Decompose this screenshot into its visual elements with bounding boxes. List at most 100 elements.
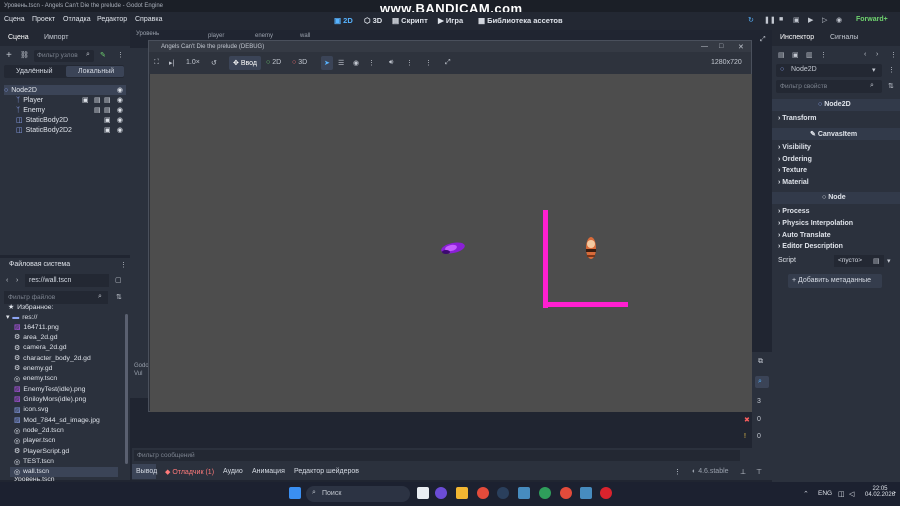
scene-instance-icon[interactable]: ▣ [104,126,111,134]
visibility-icon[interactable]: ◉ [353,59,359,67]
more-icon[interactable]: ⋮ [117,51,124,59]
menu-scene[interactable]: Сцена [4,16,25,23]
workspace-3d-button[interactable]: ⬡ 3D [364,16,382,25]
file-item[interactable]: ▨ GniloyMors(idle).png [14,394,86,404]
menu-project[interactable]: Проект [32,16,55,23]
input-toggle[interactable]: ✥ Ввод [233,59,257,67]
file-item[interactable]: ⚙ character_body_2d.gd [14,353,91,363]
scene-instance-icon[interactable]: ▣ [104,116,111,124]
tree-item-staticbody2d[interactable]: ◫ StaticBody2D ▣ ◉ [16,115,126,125]
stop-icon[interactable]: ■ [779,16,783,23]
visibility-icon[interactable]: ◉ [117,96,123,104]
file-item[interactable]: ◎ node_2d.tscn [14,426,64,436]
file-item[interactable]: ⚙ area_2d.gd [14,332,58,342]
forward-icon[interactable]: › [16,277,18,284]
distraction-free-icon[interactable]: ⤢ [760,36,766,44]
section-transform[interactable]: › Transform [778,115,817,122]
file-item[interactable]: ▨ EnemyTest(idle).png [14,384,85,394]
error-icon[interactable]: ✖ [744,416,750,424]
bandicam-icon[interactable] [600,487,612,499]
remote-debug-icon[interactable]: ▣ [793,16,800,24]
embed-icon[interactable]: ⛶ [154,59,159,67]
chrome-icon[interactable] [477,487,489,499]
tab-audio[interactable]: Аудио [223,468,243,475]
editor-tab-level[interactable]: Уровень [136,31,159,37]
visibility-icon[interactable]: ◉ [117,106,123,114]
movie-maker-icon[interactable]: ◉ [836,16,842,24]
close-icon[interactable]: ✕ [738,43,744,51]
tab-output[interactable]: Вывод [136,468,157,475]
res-root-row[interactable]: ▾ ▬ res:// [6,312,37,322]
copy-icon[interactable]: ⧉ [758,358,763,366]
tab-debugger[interactable]: ◆ Отладчик (1) [165,468,214,476]
section-auto-translate[interactable]: › Auto Translate [778,232,831,239]
file-item[interactable]: ⚙ PlayerScript.gd [14,446,69,456]
scene-instance-icon[interactable]: ▣ [82,96,89,104]
menu-editor[interactable]: Редактор [97,16,127,23]
workspace-assetlib-button[interactable]: ▦ Библиотека ассетов [478,16,563,25]
visibility-icon[interactable]: ◉ [117,116,123,124]
file-item[interactable]: ◎ TEST.tscn [14,457,54,467]
link-icon[interactable]: ⛓ [20,51,29,59]
file-item[interactable]: ⚙ camera_2d.gd [14,343,67,353]
xbox-icon[interactable] [539,487,551,499]
windows-start-icon[interactable] [289,487,301,499]
workspace-2d-button[interactable]: ▣ 2D [334,16,353,25]
open-resource-icon[interactable]: ▣ [792,51,799,59]
add-node-icon[interactable]: + [6,50,12,61]
forward-icon[interactable]: › [876,51,878,58]
sort-icon[interactable]: ⇅ [888,82,894,90]
script-icon[interactable]: ▤ [94,106,101,114]
tree-item-player[interactable]: ᛉ Player ▣ ▤ ▤ ◉ [16,95,126,105]
history-icon[interactable]: ⋮ [890,51,897,59]
editor-tab-wall[interactable]: wall [300,33,310,39]
speaker-icon[interactable]: 🔊︎ [389,59,393,67]
reload-icon[interactable]: ↻ [748,16,754,24]
add-metadata-button[interactable]: + Добавить метаданные [788,274,882,288]
volume-icon[interactable]: ◁ [849,490,854,498]
tab-import[interactable]: Импорт [44,34,68,41]
mode-3d-button[interactable]: ○ 3D [292,59,307,66]
tab-shader-editor[interactable]: Редактор шейдеров [294,468,359,475]
back-icon[interactable]: ‹ [6,277,8,284]
visibility-icon[interactable]: ◉ [117,126,123,134]
favorites-row[interactable]: ★ Избранное: [8,302,53,312]
section-physics-interpolation[interactable]: › Physics Interpolation [778,220,853,227]
next-frame-icon[interactable]: ▸| [169,59,174,67]
new-resource-icon[interactable]: ▤ [778,51,785,59]
split-view-icon[interactable]: ▢ [115,276,122,284]
more-icon[interactable]: ⋮ [425,59,432,67]
file-item[interactable]: Уровень.tscn [14,477,55,481]
more-icon[interactable]: ⋮ [368,59,375,67]
file-item[interactable]: ▨ 164711.png [14,322,59,332]
steam-icon[interactable] [497,487,509,499]
section-texture[interactable]: › Texture [778,167,807,174]
taskbar-search[interactable]: ⌕ Поиск [306,486,410,502]
godot-icon[interactable] [518,487,530,499]
game-viewport[interactable] [150,74,752,412]
section-editor-description[interactable]: › Editor Description [778,243,843,250]
workspace-game-button[interactable]: ▶ Игра [438,16,463,25]
file-item[interactable]: ▨ Mod_7844_sd_image.jpg [14,415,100,425]
network-icon[interactable]: ◫ [838,490,845,498]
visibility-icon[interactable]: ◉ [117,86,123,94]
game-canvas[interactable] [150,74,752,412]
pin-icon[interactable]: ⊥ [740,468,746,476]
section-ordering[interactable]: › Ordering [778,156,812,163]
file-item[interactable]: ▨ icon.svg [14,405,48,415]
menu-debug[interactable]: Отладка [63,16,91,23]
tab-signals[interactable]: Сигналы [830,34,858,41]
file-item[interactable]: ◎ wall.tscn [10,466,118,477]
fullscreen-icon[interactable]: ⤢ [445,59,451,67]
godot-running-icon[interactable] [580,487,592,499]
file-item[interactable]: ◎ player.tscn [14,436,55,446]
search-icon[interactable]: ⌕ [758,378,762,386]
sort-icon[interactable]: ⇅ [116,293,122,301]
chrome-profile-icon[interactable] [560,487,572,499]
minimize-icon[interactable]: — [701,43,708,50]
file-explorer-icon[interactable] [456,487,468,499]
tree-item-enemy[interactable]: ᛉ Enemy ▤ ▤ ◉ [16,105,126,115]
play-scene-icon[interactable]: ▶ [808,16,813,24]
expand-panel-icon[interactable]: ⊤ [756,468,762,476]
script-icon[interactable]: ▤ [873,257,880,265]
